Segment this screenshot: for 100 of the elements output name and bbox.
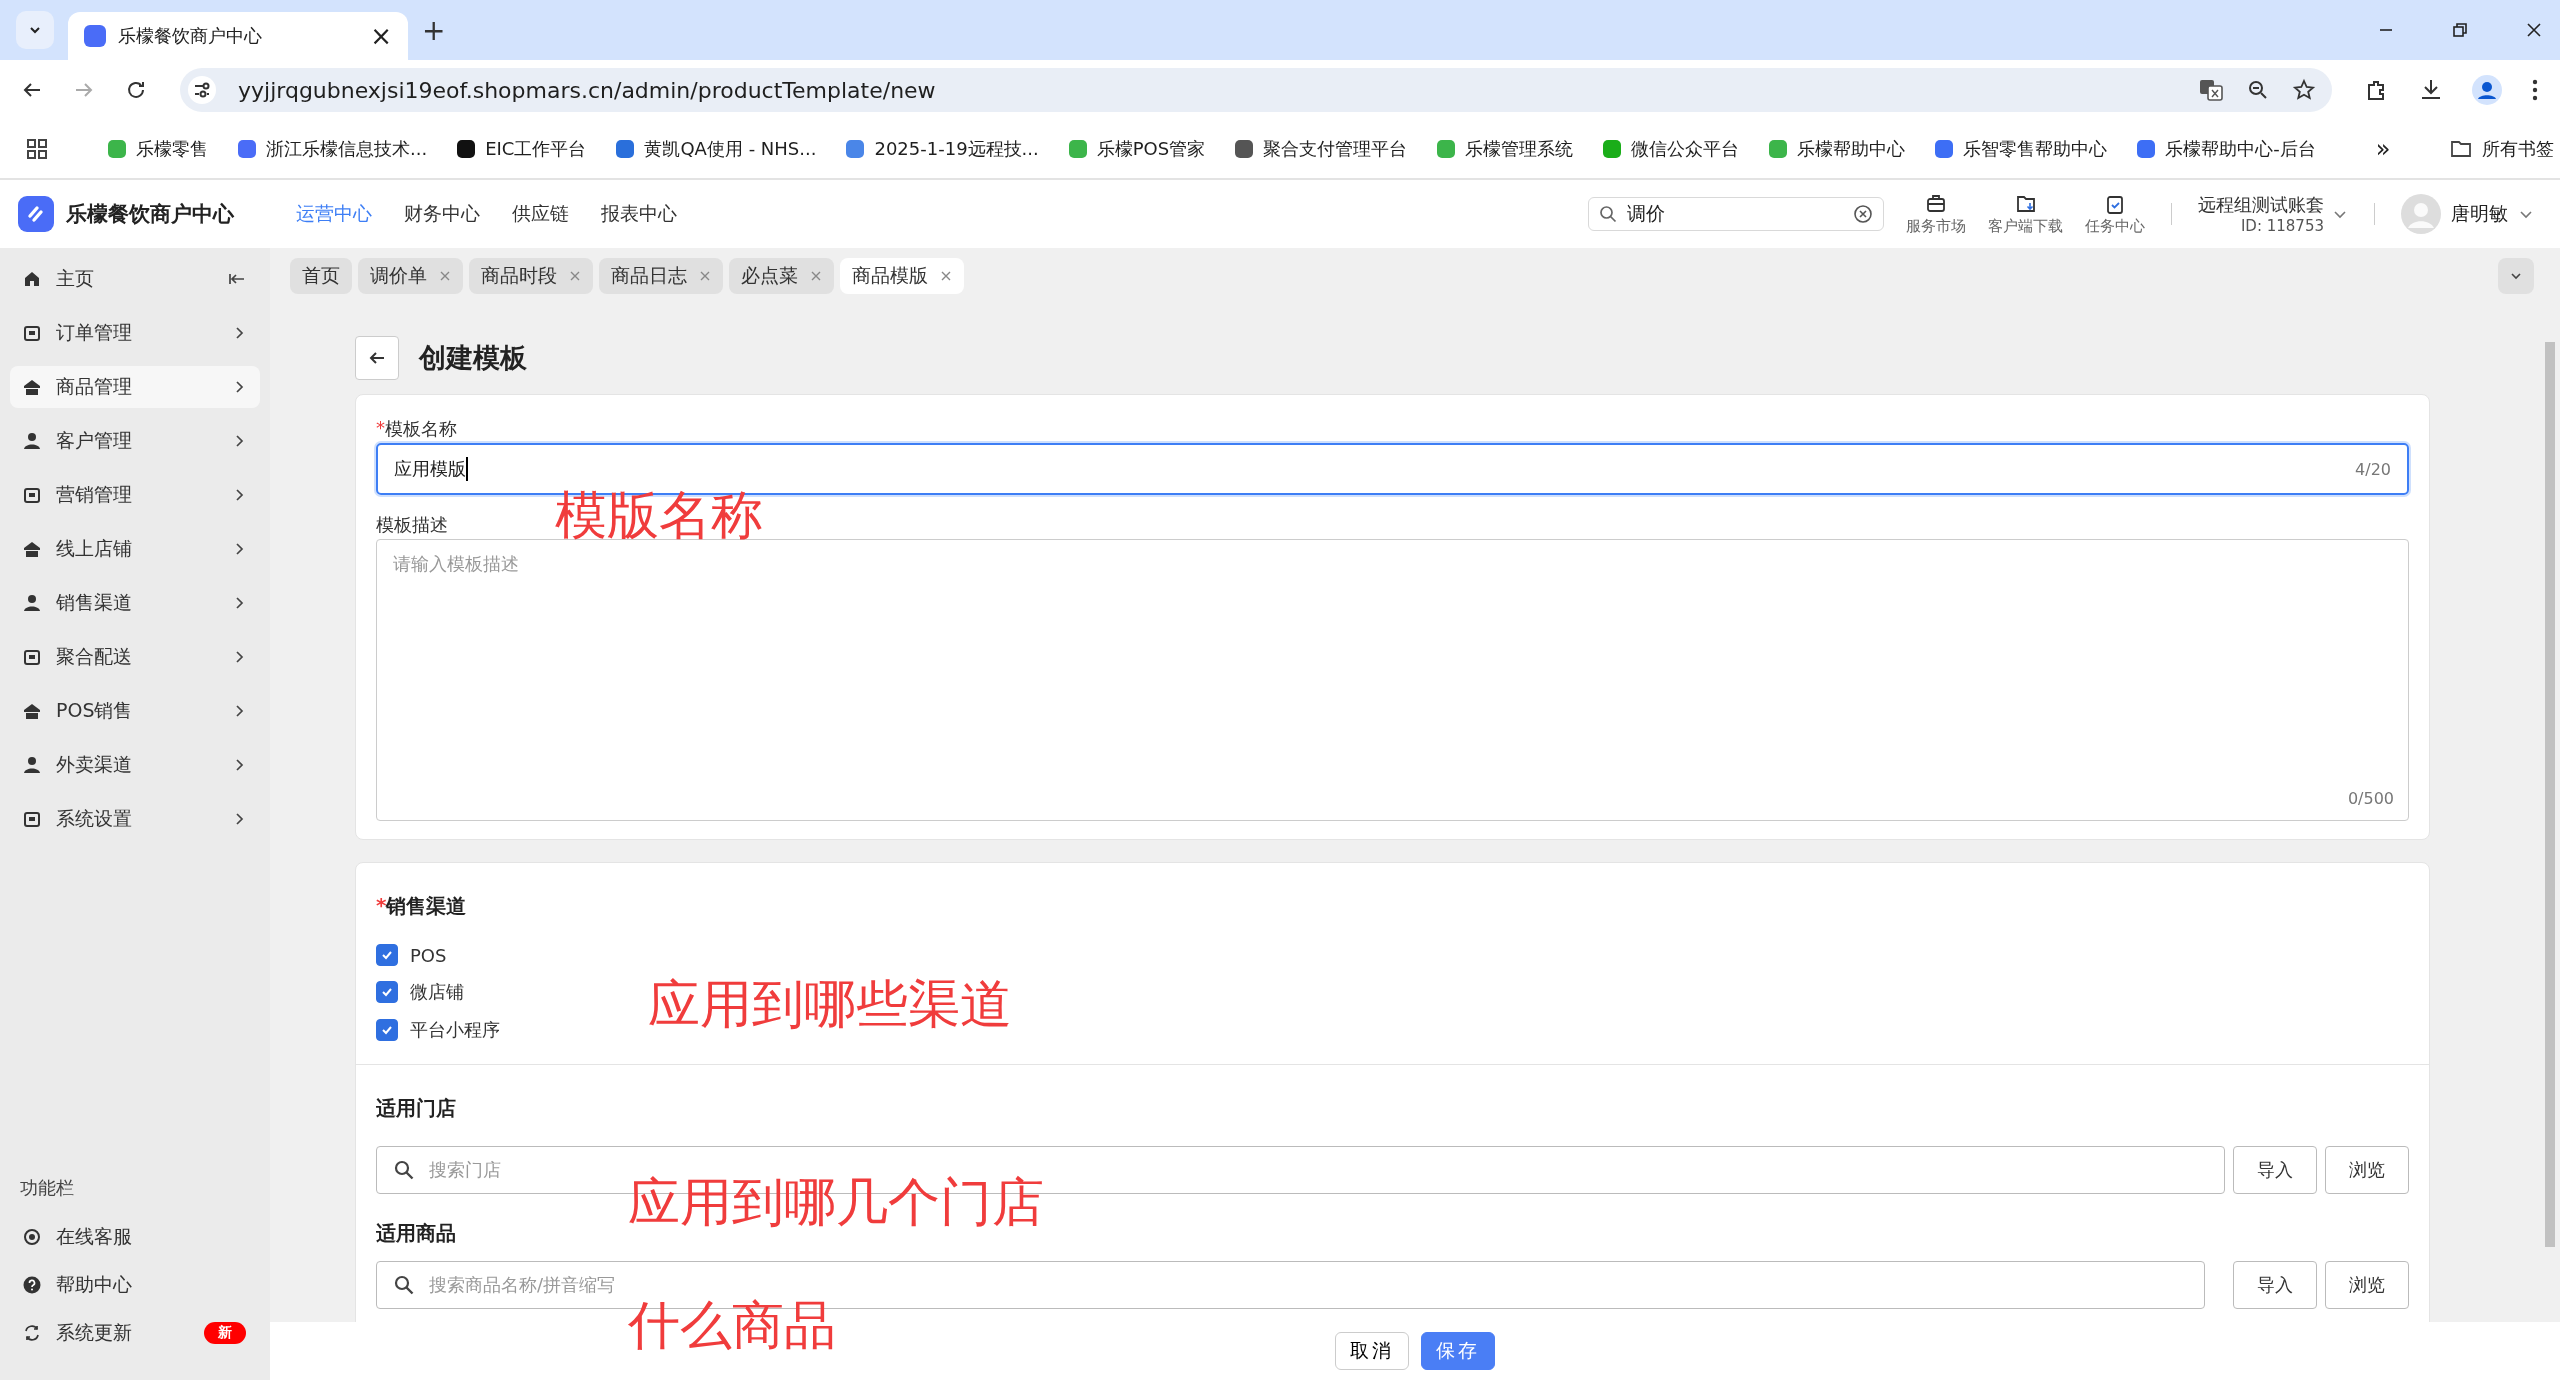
- page-tab[interactable]: 调价单: [358, 258, 463, 294]
- favicon-icon: [1935, 140, 1954, 158]
- nav-tab[interactable]: 运营中心: [296, 201, 372, 227]
- translate-icon[interactable]: [2198, 77, 2224, 103]
- sidebar-item[interactable]: 外卖渠道: [10, 744, 260, 786]
- user-menu[interactable]: 唐明敏: [2401, 194, 2534, 234]
- home-icon: [22, 269, 42, 289]
- sidebar-item[interactable]: 在线客服: [10, 1216, 260, 1258]
- search-field[interactable]: 调价: [1588, 197, 1884, 231]
- sidebar-item[interactable]: 系统更新 新: [10, 1312, 260, 1354]
- favicon-icon: [1437, 140, 1456, 158]
- sidebar-item[interactable]: 订单管理: [10, 312, 260, 354]
- cancel-button[interactable]: 取消: [1335, 1332, 1409, 1370]
- site-settings-icon[interactable]: [188, 76, 216, 104]
- channel-checkbox[interactable]: 微店铺: [376, 980, 464, 1004]
- bookmark-item[interactable]: EIC工作平台: [457, 137, 587, 161]
- section-title: 适用商品: [376, 1220, 457, 1247]
- sidebar-item[interactable]: 销售渠道: [10, 582, 260, 624]
- favicon-icon: [457, 140, 476, 158]
- clear-icon[interactable]: [1853, 204, 1873, 224]
- sidebar-item[interactable]: POS销售: [10, 690, 260, 732]
- account-switcher[interactable]: 远程组测试账套 ID: 118753: [2198, 193, 2348, 235]
- field-label: 模板描述: [376, 513, 448, 537]
- checkbox[interactable]: [376, 1019, 398, 1041]
- channel-checkbox[interactable]: 平台小程序: [376, 1018, 500, 1042]
- sidebar-item[interactable]: 客户管理: [10, 420, 260, 462]
- toolbar-button[interactable]: 服务市场: [1906, 192, 1966, 236]
- bookmark-item[interactable]: 聚合支付管理平台: [1235, 137, 1408, 161]
- textarea-field[interactable]: 请输入模板描述 0/500: [376, 539, 2409, 821]
- favicon-icon: [2137, 140, 2156, 158]
- sidebar-item[interactable]: 聚合配送: [10, 636, 260, 678]
- nav-tab[interactable]: 供应链: [512, 201, 569, 227]
- address-bar[interactable]: yyjjrqgubnexjsi19eof.shopmars.cn/admin/productTemplate/new: [180, 68, 2332, 112]
- page-tab[interactable]: 必点菜: [729, 258, 834, 294]
- browser-tab[interactable]: 乐檬餐饮商户中心 ×: [68, 12, 408, 60]
- bookmark-item[interactable]: 乐檬帮助中心-后台: [2137, 137, 2316, 161]
- action-button[interactable]: 导入: [2233, 1261, 2317, 1309]
- person-icon: [22, 593, 42, 613]
- favicon-icon: [1603, 140, 1622, 158]
- sidebar-item[interactable]: 帮助中心: [10, 1264, 260, 1306]
- search-icon: [393, 1159, 415, 1181]
- favicon-icon: [1235, 140, 1254, 158]
- more-icon[interactable]: [2530, 77, 2540, 103]
- search-icon: [1599, 205, 1617, 223]
- briefcase-icon: [1925, 192, 1947, 215]
- sidebar-item[interactable]: 商品管理: [10, 366, 260, 408]
- sidebar-item[interactable]: 线上店铺: [10, 528, 260, 570]
- more-bookmarks-button[interactable]: »: [2375, 135, 2391, 163]
- nav-tab[interactable]: 财务中心: [404, 201, 480, 227]
- bookmark-item[interactable]: 浙江乐檬信息技术...: [238, 137, 428, 161]
- required-mark: *: [376, 417, 385, 440]
- bookmark-item[interactable]: 乐檬POS管家: [1068, 137, 1206, 161]
- help-icon: [22, 1275, 42, 1295]
- folder-icon: [2450, 140, 2473, 158]
- page-tab[interactable]: 商品日志: [599, 258, 723, 294]
- new-badge: 新: [204, 1322, 246, 1344]
- page-tab[interactable]: 首页: [290, 258, 352, 294]
- page-title: 创建模板: [419, 341, 527, 375]
- save-button[interactable]: 保存: [1421, 1332, 1495, 1370]
- profile-icon[interactable]: [2472, 75, 2502, 105]
- favicon-icon: [616, 140, 635, 158]
- back-button[interactable]: [355, 336, 399, 380]
- star-icon[interactable]: [2292, 78, 2316, 102]
- toolbar-button[interactable]: 任务中心: [2085, 192, 2145, 236]
- page-tab[interactable]: 商品模版: [840, 258, 964, 294]
- bookmark-item[interactable]: 乐檬帮助中心: [1769, 137, 1906, 161]
- favicon-icon: [846, 140, 865, 158]
- bookmark-item[interactable]: 乐檬零售: [108, 137, 208, 161]
- bookmark-item[interactable]: 微信公众平台: [1603, 137, 1740, 161]
- bookmark-item[interactable]: 乐檬管理系统: [1437, 137, 1574, 161]
- section-title: 功能栏: [19, 1176, 75, 1200]
- favicon-icon: [1068, 140, 1087, 158]
- page-tab[interactable]: 商品时段: [469, 258, 593, 294]
- checkbox[interactable]: [376, 981, 398, 1003]
- action-button[interactable]: 浏览: [2325, 1146, 2409, 1194]
- sidebar-item[interactable]: 主页: [10, 258, 260, 300]
- action-button[interactable]: 导入: [2233, 1146, 2317, 1194]
- favicon-icon: [238, 140, 256, 158]
- refresh-icon: [22, 1323, 42, 1343]
- app-title: 乐檬餐饮商户中心: [66, 201, 234, 228]
- favicon-icon: [1769, 140, 1788, 158]
- all-bookmarks-button[interactable]: 所有书签: [2450, 137, 2555, 161]
- checkbox[interactable]: [376, 944, 398, 966]
- bookmark-item[interactable]: 乐智零售帮助中心: [1935, 137, 2108, 161]
- sidebar-item[interactable]: 营销管理: [10, 474, 260, 516]
- section-title: 销售渠道: [386, 893, 467, 920]
- apps-grid-icon[interactable]: [26, 138, 48, 160]
- new-tab-button[interactable]: +: [422, 13, 446, 47]
- bookmark-item[interactable]: 黄凯QA使用 - NHS...: [616, 137, 817, 161]
- person-icon: [22, 431, 42, 451]
- sidebar-item[interactable]: 系统设置: [10, 798, 260, 840]
- close-tab-button[interactable]: ×: [370, 21, 392, 51]
- toolbar-button[interactable]: 客户端下载: [1988, 192, 2063, 236]
- store-icon: [22, 377, 42, 397]
- channel-checkbox[interactable]: POS: [376, 944, 447, 966]
- nav-tab[interactable]: 报表中心: [601, 201, 677, 227]
- section-title: 适用门店: [376, 1095, 457, 1122]
- action-button[interactable]: 浏览: [2325, 1261, 2409, 1309]
- bookmark-item[interactable]: 2025-1-19远程技...: [846, 137, 1039, 161]
- restore-icon[interactable]: [2450, 20, 2470, 40]
